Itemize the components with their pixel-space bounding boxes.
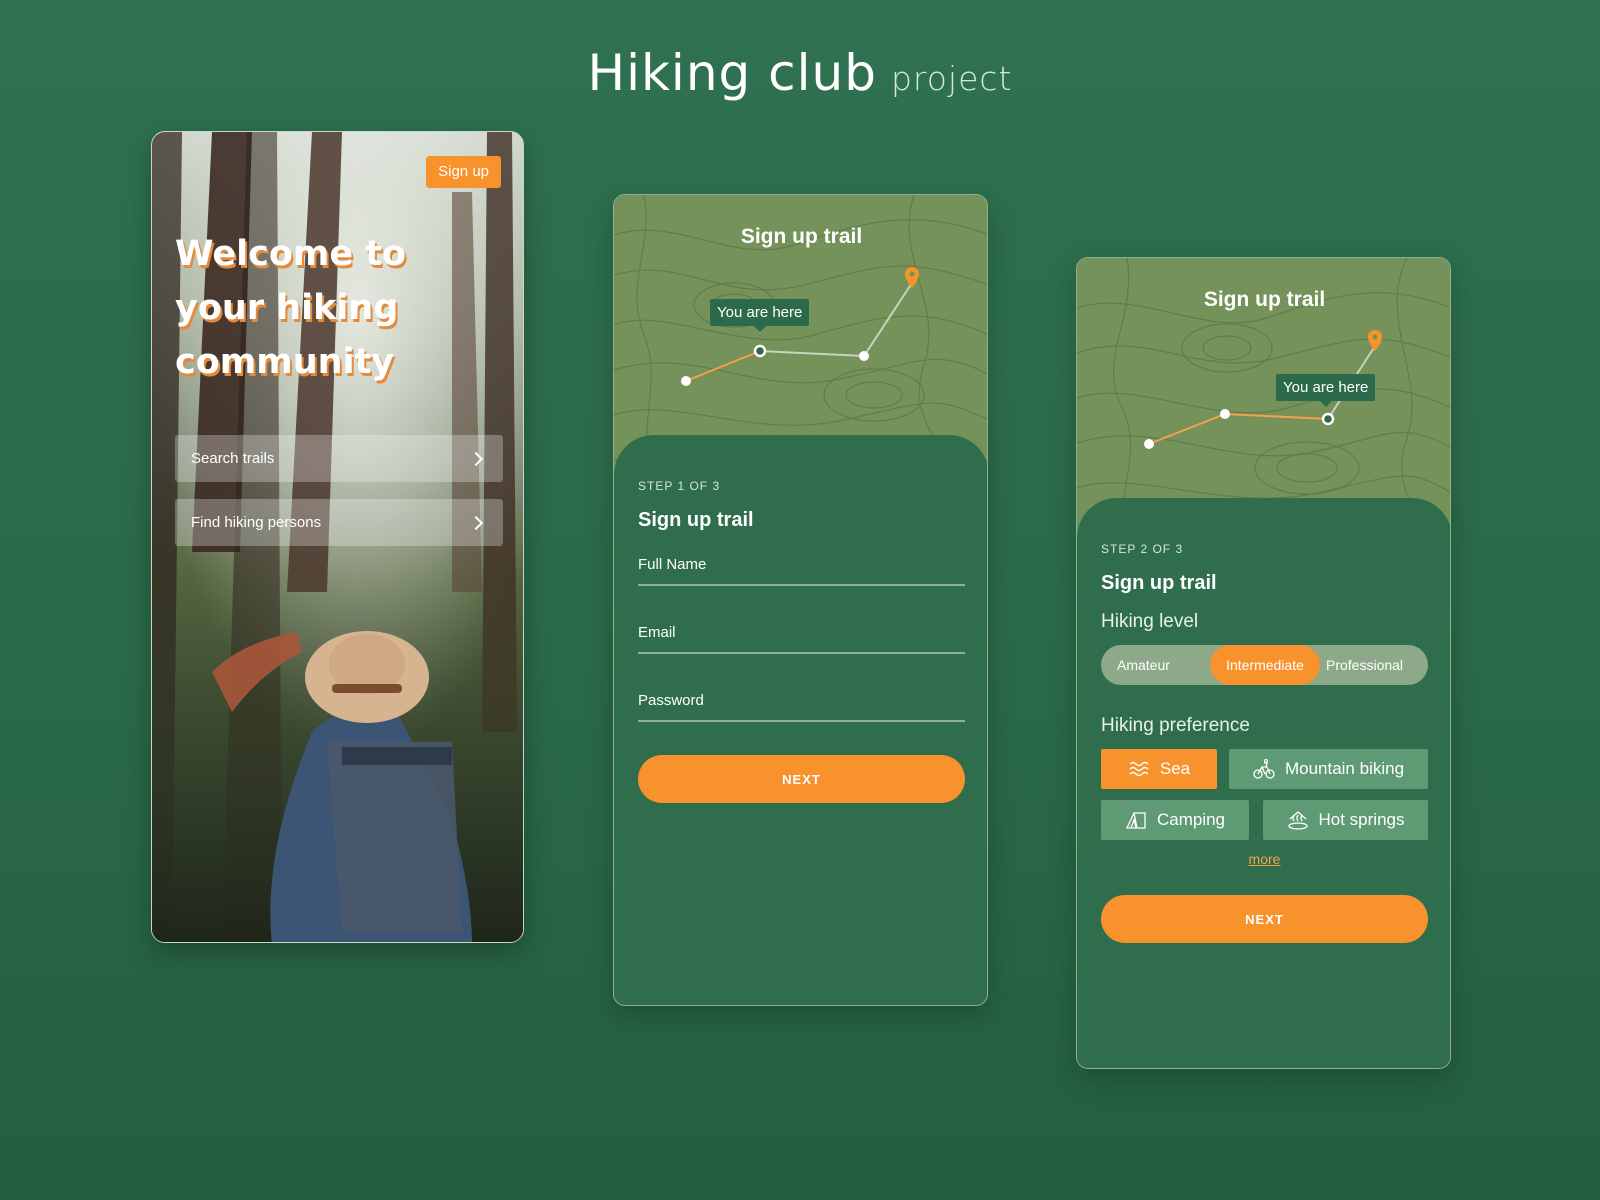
signup-form-sheet: STEP 1 OF 3 Sign up trail Full Name Emai…	[614, 435, 987, 1005]
signup-form-sheet: STEP 2 OF 3 Sign up trail Hiking level A…	[1077, 498, 1450, 1068]
preference-chips: Sea Mountain biking Camping Hot springs	[1101, 749, 1428, 841]
signup-step1-screen: Sign up trail You are here STEP 1 OF 3 S…	[613, 194, 988, 1006]
chip-hot-springs[interactable]: Hot springs	[1263, 800, 1428, 840]
welcome-screen: Sign up Welcome to your hiking community…	[151, 131, 524, 943]
you-are-here-tooltip: You are here	[1276, 374, 1376, 407]
welcome-line: your hiking	[175, 288, 399, 328]
hiking-preference-label: Hiking preference	[1101, 715, 1250, 736]
welcome-heading: Welcome to your hiking community	[175, 227, 505, 389]
chip-mountain-biking[interactable]: Mountain biking	[1229, 749, 1428, 789]
page-heading: Hiking club project	[0, 44, 1600, 102]
chip-label: Camping	[1156, 810, 1226, 829]
you-are-here-label: You are here	[717, 304, 803, 321]
email-label: Email	[638, 624, 676, 641]
bike-icon	[1253, 758, 1275, 779]
level-option-amateur[interactable]: Amateur	[1117, 645, 1170, 685]
search-trails-label: Search trails	[191, 450, 275, 467]
chip-sea[interactable]: Sea	[1101, 749, 1217, 789]
signup-step2-screen: Sign up trail You are here STEP 2 OF 3 S…	[1076, 257, 1451, 1069]
hiking-level-selector: Amateur Intermediate Professional	[1101, 645, 1428, 685]
more-link[interactable]: more	[1101, 851, 1428, 867]
chevron-right-icon	[468, 515, 484, 530]
next-button[interactable]: NEXT	[638, 755, 965, 803]
chip-label: Mountain biking	[1284, 759, 1405, 778]
password-label: Password	[638, 692, 704, 709]
welcome-line: Welcome to	[175, 234, 407, 274]
page-subtitle: project	[890, 59, 1013, 98]
search-trails-button[interactable]: Search trails	[175, 435, 503, 482]
level-option-intermediate[interactable]: Intermediate	[1210, 645, 1320, 685]
you-are-here-tooltip: You are here	[710, 299, 810, 332]
chip-label: Hot springs	[1318, 810, 1405, 829]
map-title: Sign up trail	[1203, 288, 1326, 311]
form-title: Sign up trail	[638, 509, 754, 531]
welcome-line: community	[175, 342, 395, 382]
step-indicator: STEP 1 OF 3	[638, 479, 721, 493]
waves-icon	[1129, 761, 1149, 777]
chevron-right-icon	[468, 451, 484, 466]
full-name-field[interactable]: Full Name	[638, 556, 965, 586]
email-field[interactable]: Email	[638, 624, 965, 654]
page-title: Hiking club	[587, 44, 877, 102]
hiking-level-label: Hiking level	[1101, 611, 1199, 632]
find-hiking-persons-button[interactable]: Find hiking persons	[175, 499, 503, 546]
form-title: Sign up trail	[1101, 572, 1217, 594]
step-indicator: STEP 2 OF 3	[1101, 542, 1184, 556]
tent-icon	[1125, 812, 1146, 829]
password-field[interactable]: Password	[638, 692, 965, 722]
next-button[interactable]: NEXT	[1101, 895, 1428, 943]
map-title: Sign up trail	[740, 225, 863, 248]
chip-label: Sea	[1159, 759, 1191, 778]
level-option-professional[interactable]: Professional	[1326, 645, 1403, 685]
chip-camping[interactable]: Camping	[1101, 800, 1249, 840]
find-hiking-persons-label: Find hiking persons	[191, 514, 322, 531]
hot-springs-icon	[1287, 811, 1308, 830]
signup-button[interactable]: Sign up	[426, 156, 501, 188]
full-name-label: Full Name	[638, 556, 707, 573]
you-are-here-label: You are here	[1283, 379, 1369, 396]
